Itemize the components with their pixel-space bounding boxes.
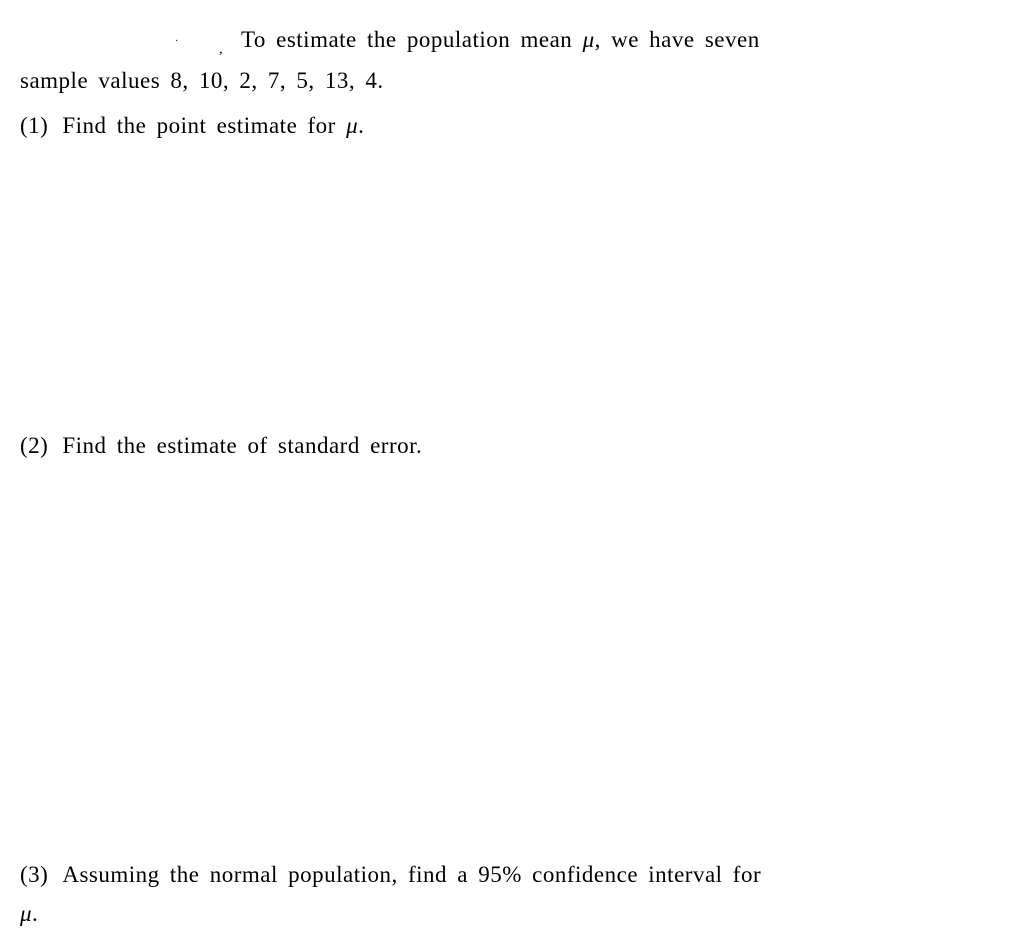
intro-line-1: · , To estimate the population mean μ, w… <box>20 20 1004 61</box>
part-3-text-before: Assuming the normal population, find a 9… <box>62 862 761 887</box>
intro-indent: · , To estimate the population mean μ, w… <box>175 27 760 52</box>
part-1-text-before: Find the point estimate for <box>62 113 346 138</box>
part-2-label: (2) <box>20 426 48 465</box>
part-3: (3) Assuming the normal population, find … <box>20 855 1004 933</box>
part-2-text: Find the estimate of standard error. <box>62 433 422 458</box>
part-3-line-1: (3) Assuming the normal population, find … <box>20 855 1004 894</box>
intro-text-lead: To estimate the population mean <box>241 27 572 52</box>
subscript-mark: , <box>219 42 223 57</box>
part-1: (1) Find the point estimate for μ. <box>20 106 1004 145</box>
part-3-mu: μ <box>20 901 32 926</box>
part-1-label: (1) <box>20 106 48 145</box>
problem-intro: · , To estimate the population mean μ, w… <box>20 20 1004 100</box>
part-1-mu: μ <box>346 113 358 138</box>
leading-dot: · <box>175 36 179 47</box>
mu-symbol: μ <box>583 27 595 52</box>
intro-line-2: sample values 8, 10, 2, 7, 5, 13, 4. <box>20 61 1004 100</box>
part-2: (2) Find the estimate of standard error. <box>20 426 1004 465</box>
part-3-text-after: . <box>32 901 38 926</box>
part-3-label: (3) <box>20 855 48 894</box>
intro-after-symbol: , we have seven <box>595 27 760 52</box>
part-3-line-2: μ. <box>20 894 1004 933</box>
part-1-text-after: . <box>358 113 364 138</box>
